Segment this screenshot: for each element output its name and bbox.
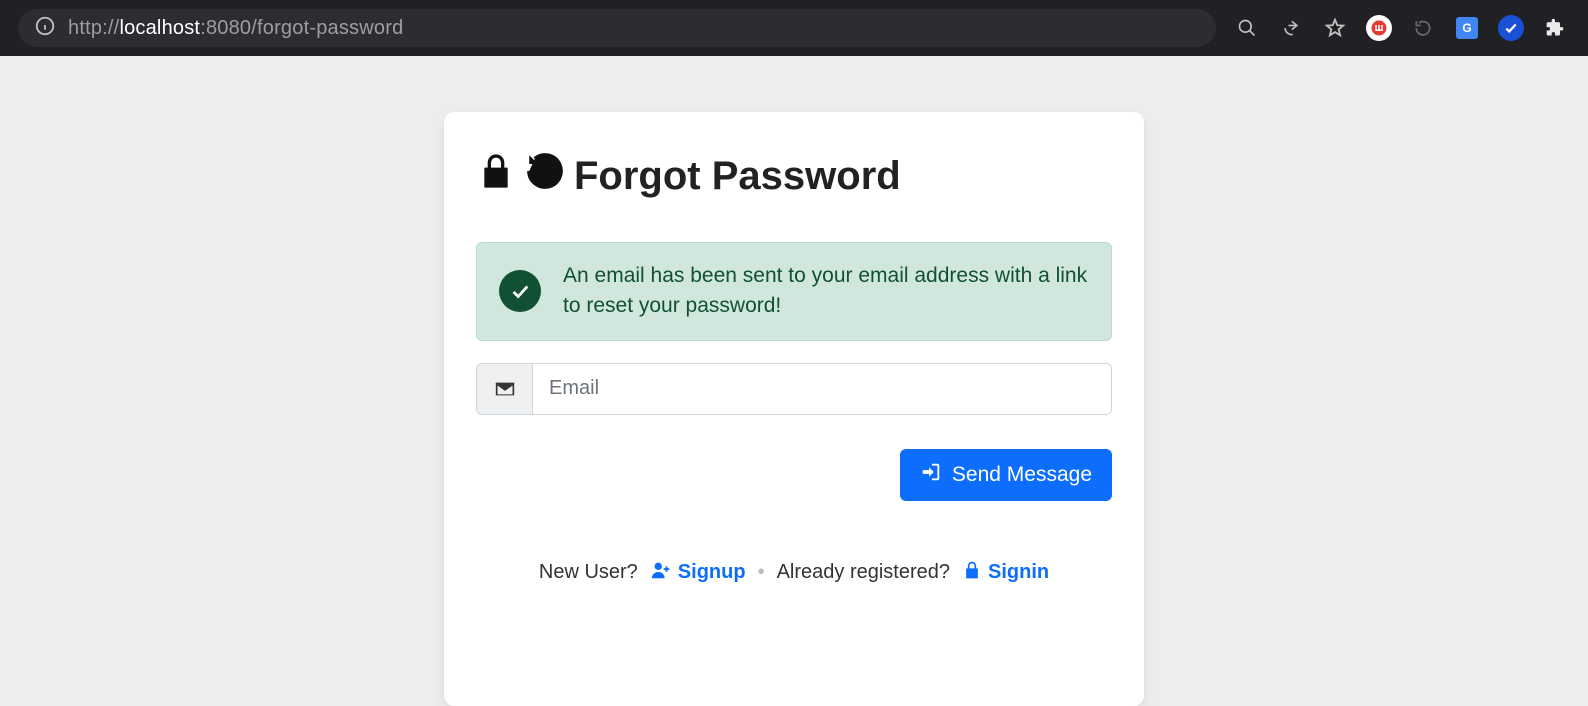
url-scheme: http://: [68, 17, 119, 39]
address-bar[interactable]: http://localhost:8080/forgot-password: [18, 9, 1216, 47]
success-alert: An email has been sent to your email add…: [476, 242, 1112, 341]
extension-translate-icon[interactable]: G: [1448, 9, 1486, 47]
zoom-icon[interactable]: [1228, 9, 1266, 47]
url-text: http://localhost:8080/forgot-password: [68, 17, 403, 40]
site-info-icon[interactable]: [34, 15, 56, 42]
extensions-puzzle-icon[interactable]: [1536, 9, 1574, 47]
form-actions: Send Message: [476, 449, 1112, 501]
sign-in-arrow-icon: [920, 461, 942, 489]
already-registered-text: Already registered?: [777, 561, 950, 584]
url-host: localhost: [119, 17, 200, 39]
signup-label: Signup: [678, 561, 746, 584]
forgot-password-card: Forgot Password An email has been sent t…: [444, 112, 1144, 706]
signin-link[interactable]: Signin: [962, 560, 1049, 586]
page-title-text: Forgot Password: [574, 154, 901, 199]
extension-reload-icon[interactable]: [1404, 9, 1442, 47]
bookmark-star-icon[interactable]: [1316, 9, 1354, 47]
browser-toolbar-actions: G: [1228, 9, 1578, 47]
user-plus-icon: [650, 559, 672, 587]
envelope-icon: [477, 364, 533, 414]
extension-adblock-icon[interactable]: [1360, 9, 1398, 47]
auth-footer-links: New User? Signup • Already registered? S…: [476, 559, 1112, 587]
check-circle-icon: [499, 270, 541, 312]
lock-small-icon: [962, 560, 982, 586]
send-message-button[interactable]: Send Message: [900, 449, 1112, 501]
browser-address-bar: http://localhost:8080/forgot-password G: [0, 0, 1588, 56]
history-icon: [524, 150, 566, 202]
extension-check-icon[interactable]: [1492, 9, 1530, 47]
lock-icon: [476, 151, 516, 201]
page-title: Forgot Password: [476, 150, 1112, 202]
share-icon[interactable]: [1272, 9, 1310, 47]
alert-message-text: An email has been sent to your email add…: [563, 261, 1089, 322]
page-body: Forgot Password An email has been sent t…: [0, 56, 1588, 706]
email-field[interactable]: [533, 364, 1111, 414]
signin-label: Signin: [988, 561, 1049, 584]
separator-dot: •: [758, 561, 765, 584]
url-path: :8080/forgot-password: [200, 17, 403, 39]
signup-link[interactable]: Signup: [650, 559, 746, 587]
send-button-label: Send Message: [952, 463, 1092, 487]
new-user-text: New User?: [539, 561, 638, 584]
email-input-group: [476, 363, 1112, 415]
